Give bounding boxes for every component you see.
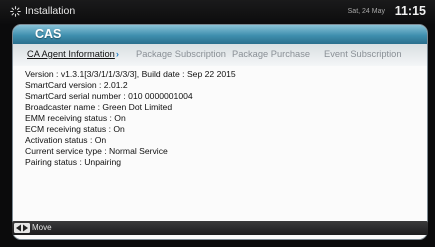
info-content: Version : v1.3.1[3/3/1/1/3/3/3], Build d…: [13, 66, 427, 239]
info-line-smartcard-serial: SmartCard serial number : 010 0000001004: [25, 91, 193, 101]
tab-ca-agent-information[interactable]: CA Agent Information›: [27, 49, 119, 59]
date-label: Sat, 24 May: [347, 8, 385, 15]
page-title: Installation: [25, 5, 76, 17]
cas-title-bar: CAS: [13, 25, 427, 44]
info-line-activation-status: Activation status : On: [25, 135, 107, 145]
cas-panel: CAS CA Agent Information› Package Subscr…: [12, 24, 428, 240]
info-line-version: Version : v1.3.1[3/3/1/1/3/3/3], Build d…: [25, 69, 236, 79]
move-hint-label: Move: [32, 223, 52, 232]
tab-label: CA Agent Information: [27, 49, 115, 59]
cas-title: CAS: [35, 27, 62, 41]
tab-event-subscription[interactable]: Event Subscription: [324, 49, 402, 59]
info-line-ecm-status: ECM receiving status : On: [25, 124, 125, 134]
installation-icon: [10, 6, 21, 17]
tab-package-purchase[interactable]: Package Purchase: [232, 49, 310, 59]
tabs-bar: CA Agent Information› Package Subscripti…: [13, 44, 427, 66]
info-line-broadcaster: Broadcaster name : Green Dot Limited: [25, 102, 173, 112]
tab-package-subscription[interactable]: Package Subscription: [136, 49, 226, 59]
chevron-right-icon: ›: [115, 49, 119, 59]
info-line-service-type: Current service type : Normal Service: [25, 146, 168, 156]
bottom-help-bar: Move: [12, 221, 428, 235]
info-line-emm-status: EMM receiving status : On: [25, 113, 126, 123]
info-line-smartcard-version: SmartCard version : 2.01.2: [25, 80, 128, 90]
info-line-pairing-status: Pairing status : Unpairing: [25, 157, 122, 167]
left-right-arrows-icon: [14, 223, 30, 233]
clock-time: 11:15: [394, 4, 426, 18]
top-bar: Installation Sat, 24 May 11:15: [0, 0, 435, 24]
